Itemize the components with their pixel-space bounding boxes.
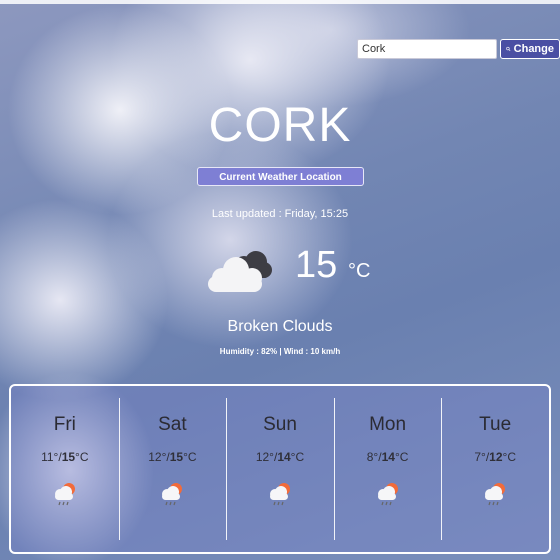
weather-description: Broken Clouds xyxy=(227,318,333,335)
forecast-day-name: Sat xyxy=(158,414,187,435)
last-updated: Last updated : Friday, 15:25 xyxy=(211,208,349,220)
forecast-day-name: Fri xyxy=(53,414,76,435)
search-icon xyxy=(506,46,511,52)
forecast-day: Fri 11°/15°C xyxy=(11,386,119,552)
forecast-day-name: Tue xyxy=(479,414,512,435)
change-button-label: Change xyxy=(513,43,554,55)
rain-sun-icon xyxy=(485,483,506,506)
rain-sun-icon xyxy=(269,483,290,506)
forecast-temps: 11°/15°C xyxy=(41,450,89,464)
city-search-input[interactable] xyxy=(357,39,497,59)
city-title: CORK xyxy=(208,99,352,152)
forecast-day: Tue 7°/12°C xyxy=(441,386,549,552)
current-temperature: 15 xyxy=(295,244,338,286)
current-location-button[interactable]: Current Weather Location xyxy=(197,167,364,186)
humidity-wind: Humidity : 82% | Wind : 10 km/h xyxy=(219,347,341,356)
forecast-temps: 12°/14°C xyxy=(255,450,305,464)
rain-sun-icon xyxy=(54,483,75,506)
forecast-day: Sun 12°/14°C xyxy=(226,386,334,552)
rain-sun-icon xyxy=(377,483,398,506)
forecast-day-name: Sun xyxy=(263,414,297,435)
forecast-day: Sat 12°/15°C xyxy=(118,386,227,552)
top-border xyxy=(0,0,560,4)
forecast-day-name: Mon xyxy=(369,414,407,435)
forecast-panel: Fri 11°/15°C Sat 12°/15°C Sun 12°/14°C M… xyxy=(9,384,551,554)
rain-sun-icon xyxy=(162,483,183,506)
forecast-temps: 7°/12°C xyxy=(474,450,516,464)
city-search-form: Change xyxy=(357,39,560,59)
broken-clouds-icon xyxy=(208,251,272,292)
forecast-day: Mon 8°/14°C xyxy=(333,386,442,552)
temperature-unit: °C xyxy=(348,260,371,282)
forecast-temps: 12°/15°C xyxy=(148,450,197,464)
change-city-button[interactable]: Change xyxy=(500,39,560,59)
forecast-temps: 8°/14°C xyxy=(366,450,409,464)
